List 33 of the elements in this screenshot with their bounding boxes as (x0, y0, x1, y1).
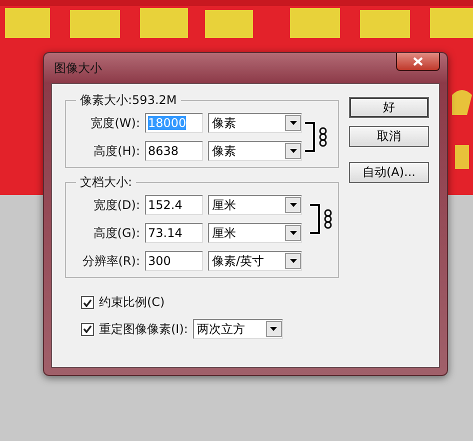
unit-dropdown[interactable]: 像素 (208, 141, 302, 161)
dialog-button[interactable]: 自动(A)... (349, 162, 429, 183)
dropdown-arrow-icon (290, 121, 296, 125)
dropdown-arrow-icon (290, 231, 296, 235)
input-field[interactable]: 73.14 (145, 223, 203, 243)
checkbox-label: 约束比例(C) (99, 294, 165, 311)
dropdown-arrow-icon (290, 203, 296, 207)
dialog-button[interactable]: 取消 (349, 126, 429, 147)
resample-dropdown[interactable]: 两次立方 (192, 319, 283, 339)
close-button[interactable] (396, 53, 440, 71)
field-label: 宽度(W): (90, 114, 140, 132)
field-label: 分辨率(R): (81, 252, 140, 270)
dropdown-arrow-icon (270, 327, 278, 331)
group-title: 像素大小:593.2M (79, 92, 178, 109)
window-title: 图像大小 (53, 60, 102, 76)
field-label: 高度(H): (92, 142, 140, 160)
unit-dropdown[interactable]: 像素/英寸 (208, 251, 302, 271)
close-icon (413, 57, 423, 66)
dropdown-arrow-icon (290, 259, 296, 263)
field-label: 高度(G): (92, 224, 140, 242)
unit-dropdown[interactable]: 像素 (208, 113, 302, 133)
dropdown-arrow-icon (290, 149, 296, 153)
input-field[interactable]: 152.4 (145, 195, 203, 215)
unit-dropdown[interactable]: 厘米 (208, 223, 302, 243)
input-field[interactable]: 8638 (145, 141, 203, 161)
checkbox[interactable] (81, 296, 94, 309)
checkbox-label: 重定图像像素(I): (99, 320, 188, 338)
field-label: 宽度(D): (92, 196, 140, 214)
input-field[interactable]: 300 (145, 251, 203, 271)
dialog-button[interactable]: 好 (349, 97, 429, 118)
checkbox[interactable] (81, 322, 94, 336)
group-title: 文档大小: (79, 174, 134, 191)
unit-dropdown[interactable]: 厘米 (208, 195, 302, 215)
